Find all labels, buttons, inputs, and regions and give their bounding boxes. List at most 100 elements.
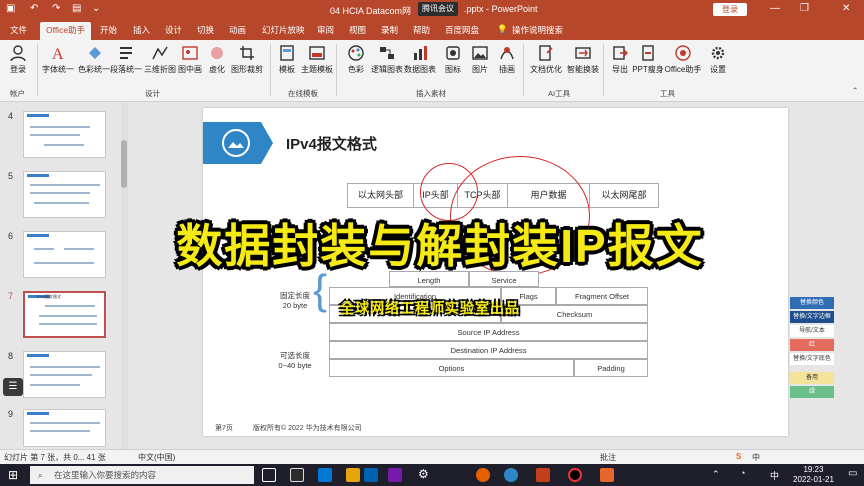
undo-icon[interactable]: ↶: [30, 3, 38, 14]
app-icon[interactable]: [290, 468, 304, 482]
thumbnail-scroll-thumb[interactable]: [121, 140, 127, 188]
close-button[interactable]: ✕: [842, 3, 850, 14]
record-icon[interactable]: [568, 468, 582, 482]
paint-bucket-icon: [89, 47, 101, 59]
settings-gear-icon[interactable]: ⚙: [418, 467, 429, 481]
tab-baidu-netdisk[interactable]: 百度网盘: [445, 24, 479, 36]
edge-icon[interactable]: [318, 468, 332, 482]
tab-record[interactable]: 录制: [381, 24, 398, 36]
save-icon[interactable]: ▣: [6, 3, 15, 14]
tab-slideshow[interactable]: 幻灯片放映: [262, 24, 305, 36]
tab-animations[interactable]: 动画: [229, 24, 246, 36]
powerpoint-taskbar-icon[interactable]: [536, 468, 550, 482]
notes-button[interactable]: 批注: [600, 452, 616, 463]
button-label: 虚化: [209, 65, 225, 74]
smart-restyle-button[interactable]: 智能换装: [563, 44, 603, 75]
ip-cell: Source IP Address: [329, 323, 648, 341]
sogou-ime-icon[interactable]: S: [736, 452, 741, 461]
panel-item[interactable]: 替换/文字边框: [790, 311, 834, 323]
tray-ime-text[interactable]: 中: [770, 469, 779, 482]
panel-item[interactable]: 替换/文字底色: [790, 353, 834, 365]
tray-chevron-icon[interactable]: ⌃: [712, 469, 720, 480]
ip-cell: Checksum: [501, 305, 648, 323]
tab-review[interactable]: 审阅: [317, 24, 334, 36]
vertical-scrollbar[interactable]: [852, 103, 864, 449]
optional-length-label: 可选长度 0~40 byte: [271, 350, 319, 370]
present-icon[interactable]: ▤: [72, 3, 81, 14]
paragraph-icon: [120, 47, 132, 59]
slide-thumbnail-9[interactable]: [23, 409, 106, 447]
tab-transitions[interactable]: 切换: [197, 24, 214, 36]
button-label: 段落统一: [110, 65, 142, 74]
office-assistant-button[interactable]: Office助手: [663, 44, 703, 75]
optional-length-title: 可选长度: [280, 351, 310, 360]
panel-item[interactable]: 替换颜色: [790, 297, 834, 309]
task-view-icon[interactable]: [262, 468, 276, 482]
collapse-ribbon-icon[interactable]: ⌃: [852, 86, 858, 95]
quick-access-more-icon[interactable]: ⌄: [92, 3, 100, 14]
minimize-button[interactable]: —: [770, 3, 780, 14]
slide-thumbnail-8[interactable]: [23, 351, 106, 398]
slide-thumbnail-5[interactable]: [23, 171, 106, 218]
panel-item[interactable]: 绿: [790, 386, 834, 398]
shape-crop-button[interactable]: 图形裁剪: [227, 44, 267, 75]
tray-network-icon[interactable]: ◔: [740, 468, 745, 478]
document-title-tail: .pptx - PowerPoint: [464, 4, 538, 14]
button-label: 数据图表: [404, 65, 436, 74]
redo-icon[interactable]: ↷: [52, 3, 60, 14]
firefox-icon[interactable]: [476, 468, 490, 482]
slide-thumbnail-4[interactable]: [23, 111, 106, 158]
font-unify-button[interactable]: A 字体统一: [38, 44, 78, 75]
optional-length-value: 0~40 byte: [278, 361, 312, 370]
app-icon-blue[interactable]: [504, 468, 518, 482]
language-indicator[interactable]: 中文(中国): [138, 452, 175, 463]
title-banner: [203, 122, 261, 164]
theme-icon: [309, 46, 325, 60]
fixed-length-title: 固定长度: [280, 291, 310, 300]
taskbar-search-input[interactable]: ⌕ 在这里输入你要搜索的内容: [30, 466, 254, 484]
assistant-icon: [675, 45, 691, 61]
image-badge-icon: [222, 129, 250, 157]
thumbnail-caption: IPv4报文格式: [37, 294, 62, 299]
tab-home[interactable]: 开始: [100, 24, 117, 36]
ppt-slim-button[interactable]: PPT瘦身: [628, 44, 668, 75]
panel-item[interactable]: 红: [790, 339, 834, 351]
title-chevron: [261, 122, 273, 164]
taskbar-clock[interactable]: 19:23 2022-01-21: [793, 465, 834, 485]
tab-view[interactable]: 视图: [349, 24, 366, 36]
tell-me-search[interactable]: 操作说明搜索: [512, 24, 563, 36]
slide-thumbnail-pane: 4 5 6 7 IPv4报文格式 8 9: [0, 103, 120, 449]
ime-mode[interactable]: 中: [752, 452, 760, 463]
login-tool-button[interactable]: 登录: [0, 44, 38, 75]
overlay-credit: 全球网络工程师实验室出品: [340, 300, 520, 316]
tencent-meeting-indicator[interactable]: 腾讯会议: [418, 2, 458, 16]
slide-thumbnail-6[interactable]: [23, 231, 106, 278]
slide-number: 6: [8, 231, 14, 241]
tab-office-assistant[interactable]: Office助手: [40, 22, 92, 40]
tab-design[interactable]: 设计: [165, 24, 182, 36]
button-label: 设置: [710, 65, 726, 74]
tab-help[interactable]: 帮助: [413, 24, 430, 36]
palette-icon: [348, 45, 364, 61]
notification-icon[interactable]: ▭: [848, 468, 857, 479]
app-icon-orange[interactable]: [600, 468, 614, 482]
file-explorer-icon[interactable]: [346, 468, 360, 482]
tab-insert[interactable]: 插入: [133, 24, 150, 36]
slide-thumbnail-7[interactable]: IPv4报文格式: [23, 291, 106, 338]
store-icon[interactable]: [364, 468, 378, 482]
title-bar: ▣ ↶ ↷ ▤ ⌄ 04 HCIA Datacom网 腾讯会议 .pptx - …: [0, 0, 864, 20]
doc-optimize-button[interactable]: 文档优化: [526, 44, 566, 75]
onenote-icon[interactable]: [388, 468, 402, 482]
theme-template-button[interactable]: 主题模板: [297, 44, 337, 75]
notes-toggle-icon[interactable]: ☰: [3, 378, 23, 396]
restore-button[interactable]: ❐: [800, 3, 809, 14]
panel-item[interactable]: 导航/文本: [790, 325, 834, 337]
panel-item[interactable]: 备用: [790, 372, 834, 384]
windows-start-icon[interactable]: ⊞: [8, 468, 18, 482]
illustration-button[interactable]: 插画: [487, 44, 527, 75]
clock-date: 2022-01-21: [793, 475, 834, 484]
tab-file[interactable]: 文件: [10, 24, 27, 36]
button-label: 登录: [10, 65, 26, 74]
login-button[interactable]: 登录: [713, 3, 747, 16]
settings-button[interactable]: 设置: [698, 44, 738, 75]
